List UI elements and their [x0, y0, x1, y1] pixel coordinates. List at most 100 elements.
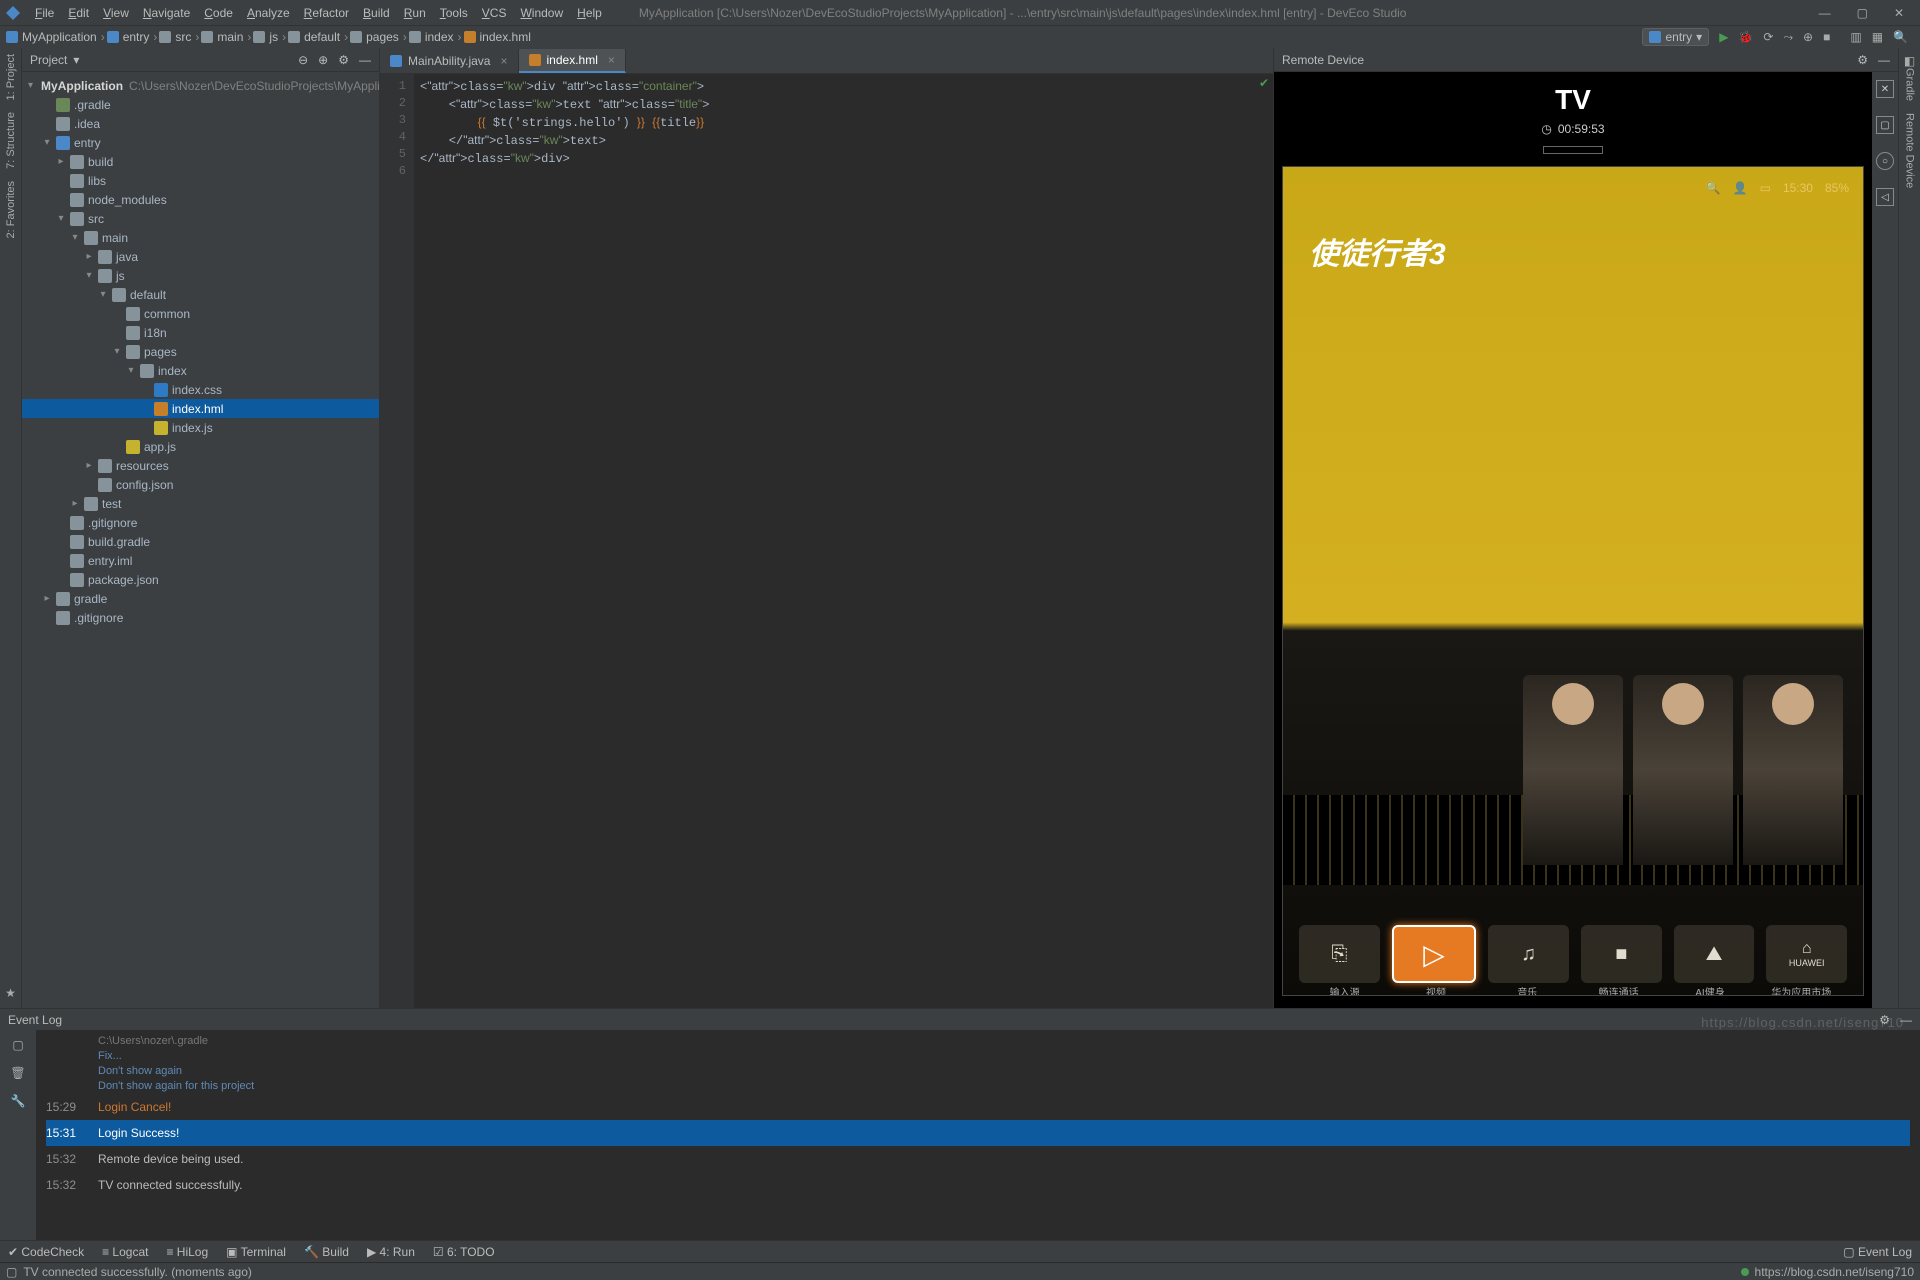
attach-button[interactable]: ⊕ — [1803, 30, 1813, 44]
tree-item[interactable]: .gitignore — [22, 608, 379, 627]
menu-refactor[interactable]: Refactor — [297, 6, 356, 20]
project-tool-tab[interactable]: 1: Project — [5, 54, 17, 100]
bottom-tool-terminal[interactable]: ▣ Terminal — [226, 1245, 286, 1259]
breadcrumb-item[interactable]: default — [288, 30, 340, 44]
eventlog-title[interactable]: Event Log — [8, 1013, 62, 1027]
bottom-tool-6-todo[interactable]: ☑ 6: TODO — [433, 1245, 495, 1259]
breadcrumb-item[interactable]: index — [409, 30, 454, 44]
close-tab-icon[interactable]: × — [500, 54, 507, 68]
tree-item[interactable]: js — [22, 266, 379, 285]
bottom-tool-4-run[interactable]: ▶ 4: Run — [367, 1245, 415, 1259]
tree-item[interactable]: index.css — [22, 380, 379, 399]
breadcrumb-item[interactable]: main — [201, 30, 243, 44]
remote-device-tool-tab[interactable]: Remote Device — [1904, 113, 1916, 188]
bottom-tool-build[interactable]: 🔨 Build — [304, 1245, 349, 1259]
eventlog-row[interactable]: 15:29Login Cancel! — [46, 1094, 1910, 1120]
tree-item[interactable]: gradle — [22, 589, 379, 608]
expand-all-button[interactable]: ⊕ — [318, 53, 328, 67]
breadcrumb-item[interactable]: MyApplication — [6, 30, 97, 44]
eventlog-link[interactable]: Fix... — [46, 1049, 1910, 1064]
status-messages-icon[interactable]: ▢ — [6, 1265, 17, 1279]
tv-app-tile[interactable]: ■ — [1581, 925, 1662, 983]
close-tab-icon[interactable]: × — [608, 53, 615, 67]
menu-vcs[interactable]: VCS — [475, 6, 514, 20]
tree-item[interactable]: .gitignore — [22, 513, 379, 532]
breadcrumb-item[interactable]: src — [159, 30, 191, 44]
menu-run[interactable]: Run — [397, 6, 433, 20]
tree-item[interactable]: i18n — [22, 323, 379, 342]
eventlog-link[interactable]: Don't show again — [46, 1064, 1910, 1079]
tree-item[interactable]: common — [22, 304, 379, 323]
close-button[interactable]: ✕ — [1894, 6, 1904, 20]
coverage-button[interactable]: ⟳ — [1763, 30, 1773, 44]
tv-cards-icon[interactable]: ▭ — [1760, 181, 1771, 195]
tv-app-tile[interactable]: ⛰ — [1674, 925, 1755, 983]
maximize-button[interactable]: ▢ — [1857, 6, 1868, 20]
debug-button[interactable]: 🐞 — [1738, 30, 1753, 44]
editor-tab[interactable]: MainAbility.java× — [380, 49, 519, 73]
breadcrumb-item[interactable]: pages — [350, 30, 399, 44]
menu-file[interactable]: File — [28, 6, 61, 20]
tv-app-tile[interactable]: ⎘ — [1299, 925, 1380, 983]
profile-button[interactable]: ⤳ — [1783, 30, 1793, 45]
chevron-down-icon[interactable]: ▾ — [73, 53, 79, 67]
trash-icon[interactable]: 🗑 — [10, 1066, 25, 1080]
tree-item[interactable]: entry.iml — [22, 551, 379, 570]
menu-view[interactable]: View — [96, 6, 136, 20]
structure-tool-tab[interactable]: 7: Structure — [5, 112, 17, 169]
menu-edit[interactable]: Edit — [61, 6, 96, 20]
menu-window[interactable]: Window — [513, 6, 570, 20]
tree-item[interactable]: .idea — [22, 114, 379, 133]
tree-item[interactable]: default — [22, 285, 379, 304]
eventlog-row[interactable]: 15:32Remote device being used. — [46, 1146, 1910, 1172]
tree-item[interactable]: config.json — [22, 475, 379, 494]
menu-tools[interactable]: Tools — [433, 6, 475, 20]
stop-button[interactable]: ■ — [1823, 30, 1830, 44]
device-recent-button[interactable]: ▢ — [1876, 116, 1894, 134]
bottom-eventlog-tab[interactable]: ▢ Event Log — [1843, 1245, 1912, 1259]
project-structure-button[interactable]: ▥ — [1850, 30, 1861, 44]
collapse-all-button[interactable]: ⊖ — [298, 53, 308, 67]
tree-item[interactable]: java — [22, 247, 379, 266]
tree-item[interactable]: index — [22, 361, 379, 380]
filter-icon[interactable]: ▢ — [12, 1038, 23, 1052]
project-tree[interactable]: MyApplication C:\Users\Nozer\DevEcoStudi… — [22, 72, 379, 1008]
tree-item[interactable]: build — [22, 152, 379, 171]
tree-item[interactable]: entry — [22, 133, 379, 152]
device-close-button[interactable]: ✕ — [1876, 80, 1894, 98]
tv-search-icon[interactable]: 🔍 — [1706, 181, 1721, 195]
tree-item[interactable]: index.hml — [22, 399, 379, 418]
menu-help[interactable]: Help — [570, 6, 609, 20]
wrench-icon[interactable]: 🔧 — [11, 1094, 26, 1108]
preview-hide-button[interactable]: — — [1878, 53, 1890, 67]
tree-item[interactable]: app.js — [22, 437, 379, 456]
right-strip-icon[interactable]: ◧ — [1904, 54, 1915, 68]
tree-item[interactable]: build.gradle — [22, 532, 379, 551]
search-button[interactable]: 🔍 — [1893, 30, 1908, 44]
tv-app-tile[interactable]: ▷ — [1392, 925, 1477, 983]
tree-item[interactable]: index.js — [22, 418, 379, 437]
run-button[interactable]: ▶ — [1719, 30, 1728, 44]
device-home-button[interactable]: ○ — [1876, 152, 1894, 170]
tree-item[interactable]: resources — [22, 456, 379, 475]
tree-item[interactable]: libs — [22, 171, 379, 190]
tv-user-icon[interactable]: 👤 — [1733, 181, 1748, 195]
tree-root[interactable]: MyApplication C:\Users\Nozer\DevEcoStudi… — [22, 76, 379, 95]
tv-app-tile[interactable]: ⌂HUAWEI — [1766, 925, 1847, 983]
eventlog-row[interactable]: 15:32TV connected successfully. — [46, 1172, 1910, 1198]
tree-item[interactable]: main — [22, 228, 379, 247]
eventlog-row[interactable]: 15:31Login Success! — [46, 1120, 1910, 1146]
tv-app-tile[interactable]: ♫ — [1488, 925, 1569, 983]
hide-panel-button[interactable]: — — [359, 53, 371, 67]
menu-navigate[interactable]: Navigate — [136, 6, 197, 20]
tv-screen[interactable]: 🔍 👤 ▭ 15:30 85% 使徒行者3 ⎘▷♫■⛰⌂HUAWEI — [1282, 166, 1864, 996]
menu-analyze[interactable]: Analyze — [240, 6, 297, 20]
bottom-tool-codecheck[interactable]: ✔ CodeCheck — [8, 1245, 84, 1259]
menu-code[interactable]: Code — [197, 6, 240, 20]
eventlog-link[interactable]: Don't show again for this project — [46, 1079, 1910, 1094]
tree-item[interactable]: node_modules — [22, 190, 379, 209]
tree-item[interactable]: .gradle — [22, 95, 379, 114]
breadcrumb-item[interactable]: index.hml — [464, 30, 531, 44]
editor-tab[interactable]: index.hml× — [519, 49, 626, 73]
menu-build[interactable]: Build — [356, 6, 397, 20]
